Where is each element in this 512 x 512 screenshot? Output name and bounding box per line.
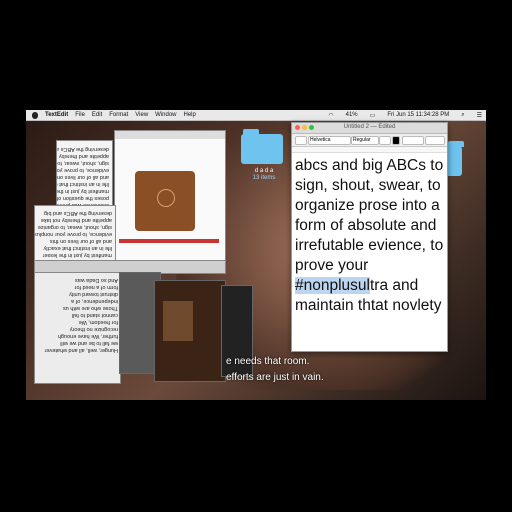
alignment-buttons[interactable] (425, 136, 445, 145)
apple-icon[interactable] (32, 111, 38, 119)
folder-icon[interactable] (446, 141, 464, 176)
document-text: abcs and big ABCs to sign, shout, swear,… (295, 157, 444, 274)
battery-label[interactable]: 41% (346, 112, 358, 118)
folder-label: d a d a (254, 168, 274, 174)
subtitle-line-2: efforts are just in vain. (226, 372, 324, 383)
video-thumbnail[interactable] (135, 171, 195, 231)
pupil-icon (157, 189, 175, 207)
mirrored-document-window[interactable]: excellence was previously poses the ques… (34, 205, 116, 267)
subtitle-line-1: e needs that room. (226, 356, 310, 367)
browser-window[interactable] (114, 130, 226, 262)
room-photo-detail (163, 301, 193, 341)
menu-app-name[interactable]: TextEdit (45, 112, 68, 118)
menu-format[interactable]: Format (109, 112, 128, 118)
search-icon[interactable]: ⌕ (461, 112, 464, 119)
wifi-icon[interactable]: ◠ (328, 112, 333, 119)
menu-list-icon[interactable]: ☰ (477, 112, 482, 119)
folder-sublabel: 13 items (252, 175, 276, 181)
font-size-select[interactable] (379, 136, 391, 145)
clock[interactable]: Fri Jun 15 11:34:28 PM (387, 112, 449, 118)
bold-italic-underline-buttons[interactable] (402, 136, 424, 145)
menu-view[interactable]: View (135, 112, 148, 118)
progress-bar[interactable] (119, 239, 219, 243)
textedit-window[interactable]: Untitled 2 — Edited Helvetica Regular ab… (291, 122, 448, 352)
font-family-select[interactable]: Helvetica (308, 136, 351, 145)
browser-toolbar (115, 131, 225, 139)
document-text-area[interactable]: abcs and big ABCs to sign, shout, swear,… (292, 153, 447, 316)
mirrored-text: excellence was previously poses the ques… (56, 146, 109, 208)
menu-bar: TextEdit File Edit Format View Window He… (26, 110, 486, 121)
menu-help[interactable]: Help (184, 112, 196, 118)
menu-edit[interactable]: Edit (92, 112, 102, 118)
mirrored-text: Hunger, well, all and whatever we fall t… (44, 277, 118, 353)
editor-title: Untitled 2 — Edited (343, 124, 396, 130)
battery-icon[interactable]: ▭ (370, 112, 376, 119)
room-photo-thumbnail[interactable] (154, 280, 226, 382)
selected-text: #nonplusul (295, 277, 370, 294)
menu-window[interactable]: Window (155, 112, 176, 118)
font-style-select[interactable]: Regular (351, 136, 379, 145)
text-color-swatch[interactable] (392, 136, 400, 145)
menu-file[interactable]: File (75, 112, 85, 118)
editor-titlebar[interactable]: Untitled 2 — Edited (292, 123, 447, 134)
mirrored-document-window[interactable]: Hunger, well, all and whatever we fall t… (34, 272, 121, 384)
paragraph-style-select[interactable] (295, 136, 307, 145)
format-toolbar: Helvetica Regular (292, 134, 447, 147)
menu-status-area: ◠ 41% ▭ Fri Jun 15 11:34:28 PM ⌕ ☰ (321, 110, 482, 120)
screen: TextEdit File Edit Format View Window He… (26, 110, 486, 400)
mirrored-text: excellence was previously poses the ques… (34, 210, 112, 265)
folder-icon[interactable] (241, 129, 283, 164)
